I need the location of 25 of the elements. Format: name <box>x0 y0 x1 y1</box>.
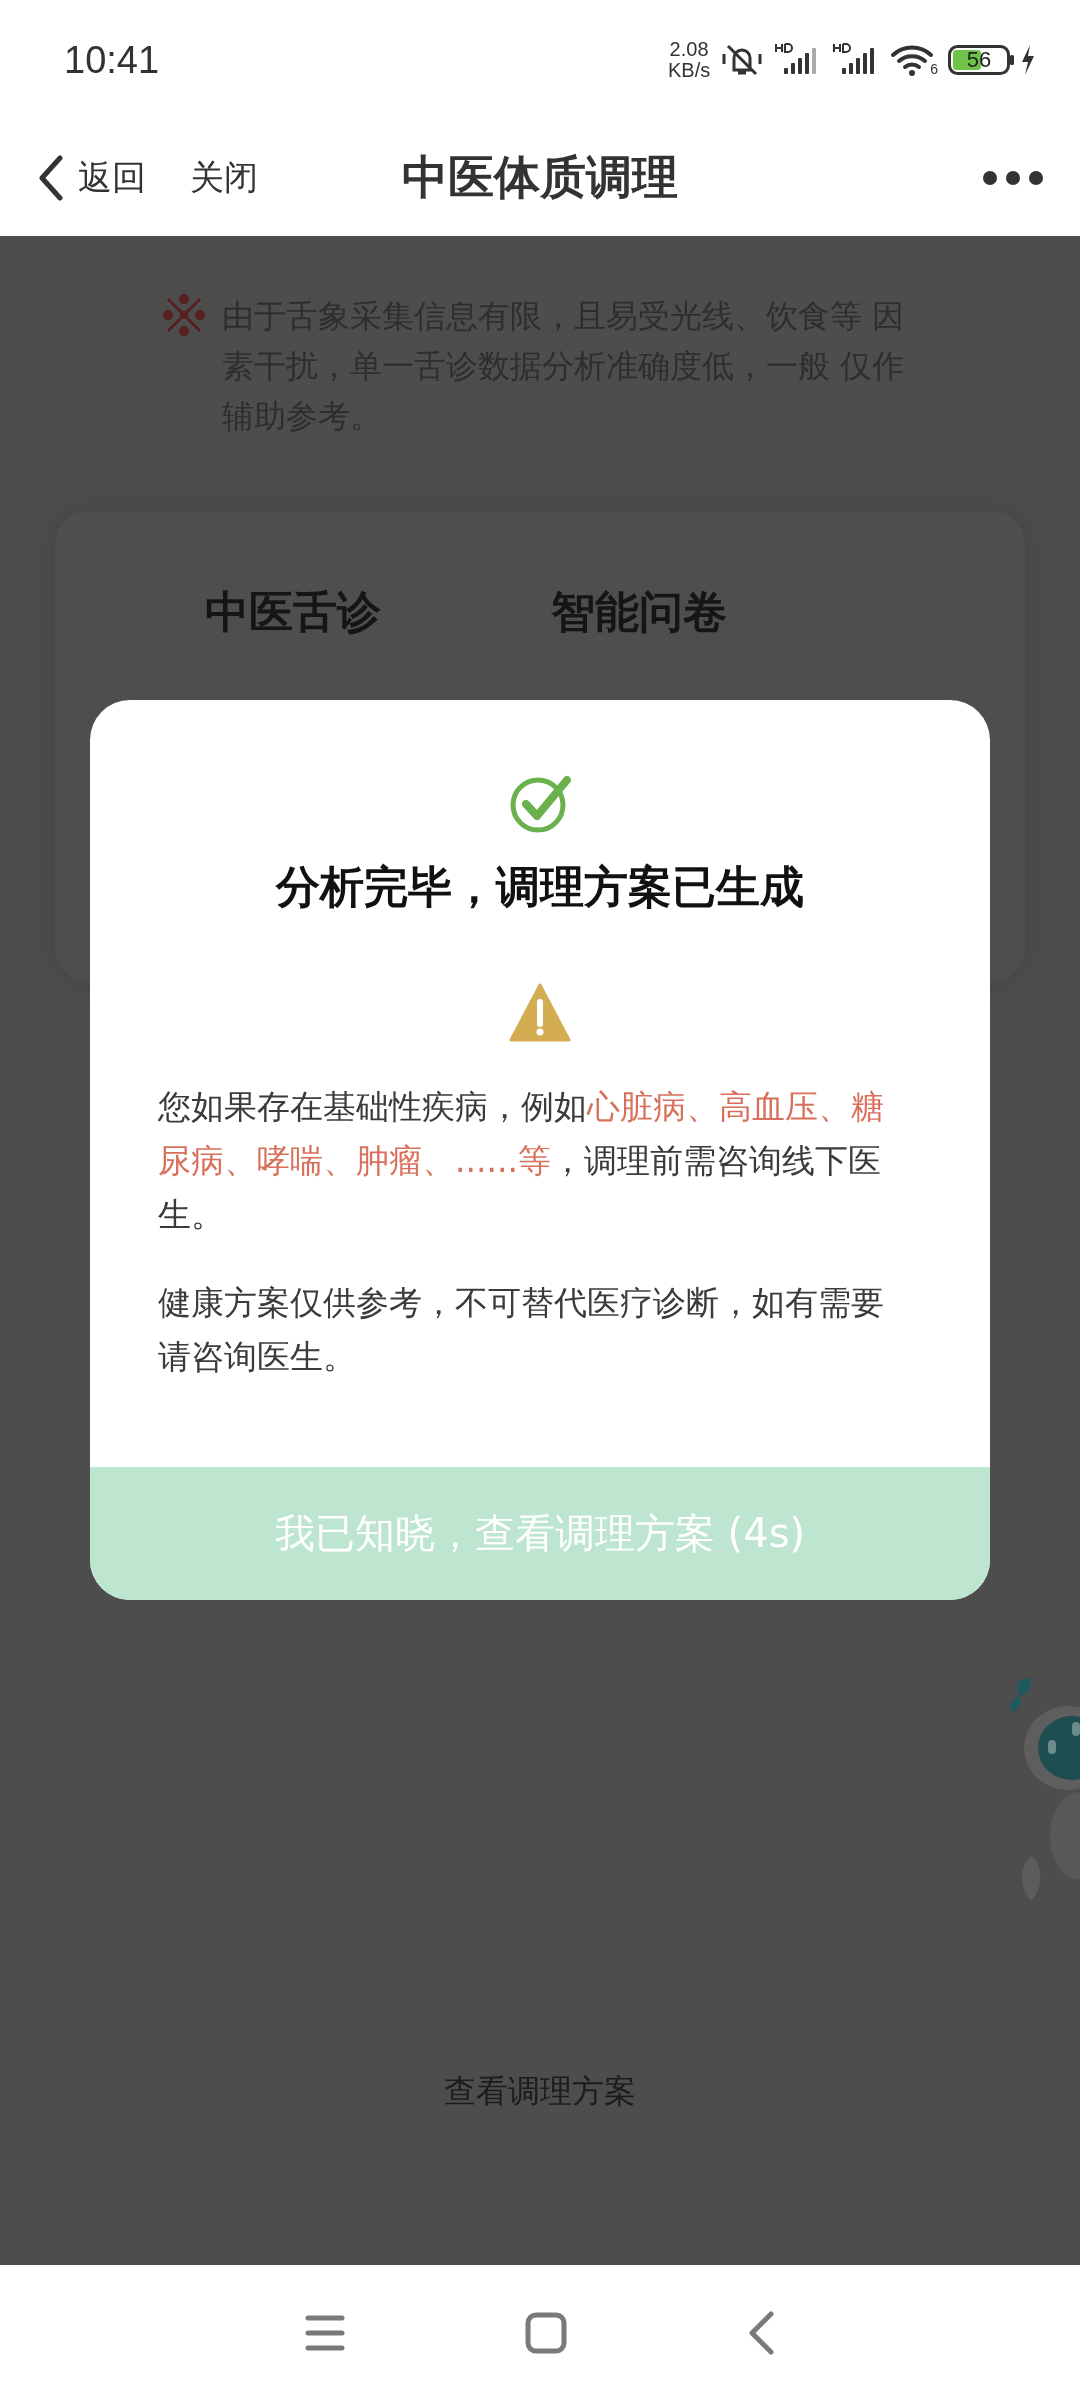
back-button[interactable]: 返回 <box>38 155 146 201</box>
advice-text: 健康方案仅供参考，不可替代医疗诊断，如有需要请咨询医生。 <box>157 1282 885 1378</box>
acknowledge-button[interactable]: 我已知晓，查看调理方案 (4s) <box>90 1467 990 1600</box>
page-title: 中医体质调理 <box>402 150 678 204</box>
warning-icon <box>509 982 571 1044</box>
menu-button[interactable] <box>305 2313 345 2352</box>
tab[interactable]: 中医舌诊 <box>205 583 381 642</box>
dialog-title: 分析完毕，调理方案已生成 <box>276 860 804 914</box>
wifi-standard-label: 6 <box>930 61 938 77</box>
tab[interactable]: 智能问卷 <box>551 583 727 642</box>
menu-icon <box>305 2313 345 2352</box>
chevron-left-icon <box>747 2310 775 2355</box>
square-icon <box>525 2311 567 2354</box>
network-speed: 2.08 <box>669 39 709 60</box>
more-button[interactable] <box>982 170 1044 186</box>
clock-time: 10:41 <box>64 38 161 82</box>
network-speed-unit: KB/s <box>667 60 711 81</box>
cross-dots-icon <box>160 291 208 339</box>
charging-bolt-icon <box>1020 45 1036 75</box>
more-dots-icon <box>982 170 1044 186</box>
warning-text: 您如果存在基础性疾病，例如心脏病、高血压、糖尿病、哮喘、肿瘤、......等，调理前需咨询线下医生。 <box>157 1086 885 1236</box>
home-button[interactable] <box>525 2311 567 2354</box>
back-button[interactable] <box>747 2310 775 2355</box>
chevron-left-icon <box>38 155 64 201</box>
close-button[interactable]: 关闭 <box>190 155 258 201</box>
